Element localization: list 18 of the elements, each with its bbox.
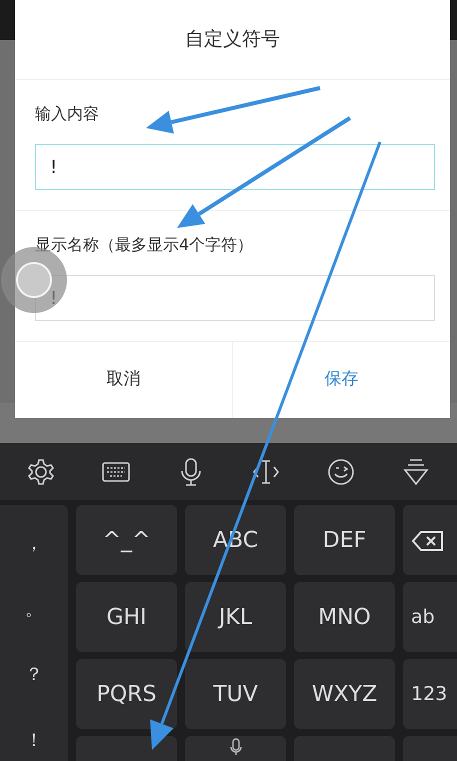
punctuation-key[interactable]: 。 (19, 594, 49, 624)
key[interactable]: ab (403, 582, 457, 652)
field-label: 输入内容 (35, 103, 99, 125)
key[interactable]: WXYZ (294, 659, 395, 729)
key[interactable]: 123 (403, 659, 457, 729)
dialog-title: 自定义符号 (185, 27, 280, 52)
key[interactable]: MNO (294, 582, 395, 652)
key[interactable]: DEF (294, 505, 395, 575)
key[interactable]: PQRS (76, 659, 177, 729)
key[interactable]: TUV (185, 659, 286, 729)
field-label: 显示名称（最多显示4个字符） (35, 234, 254, 256)
key[interactable]: ^_^ (76, 505, 177, 575)
punctuation-key[interactable]: ？ (19, 660, 49, 690)
key[interactable]: GHI (76, 582, 177, 652)
punctuation-key[interactable]: ， (19, 529, 49, 558)
input-field[interactable]: ! (35, 144, 435, 190)
key[interactable]: JKL (185, 582, 286, 652)
punctuation-key[interactable]: ！ (19, 726, 49, 755)
